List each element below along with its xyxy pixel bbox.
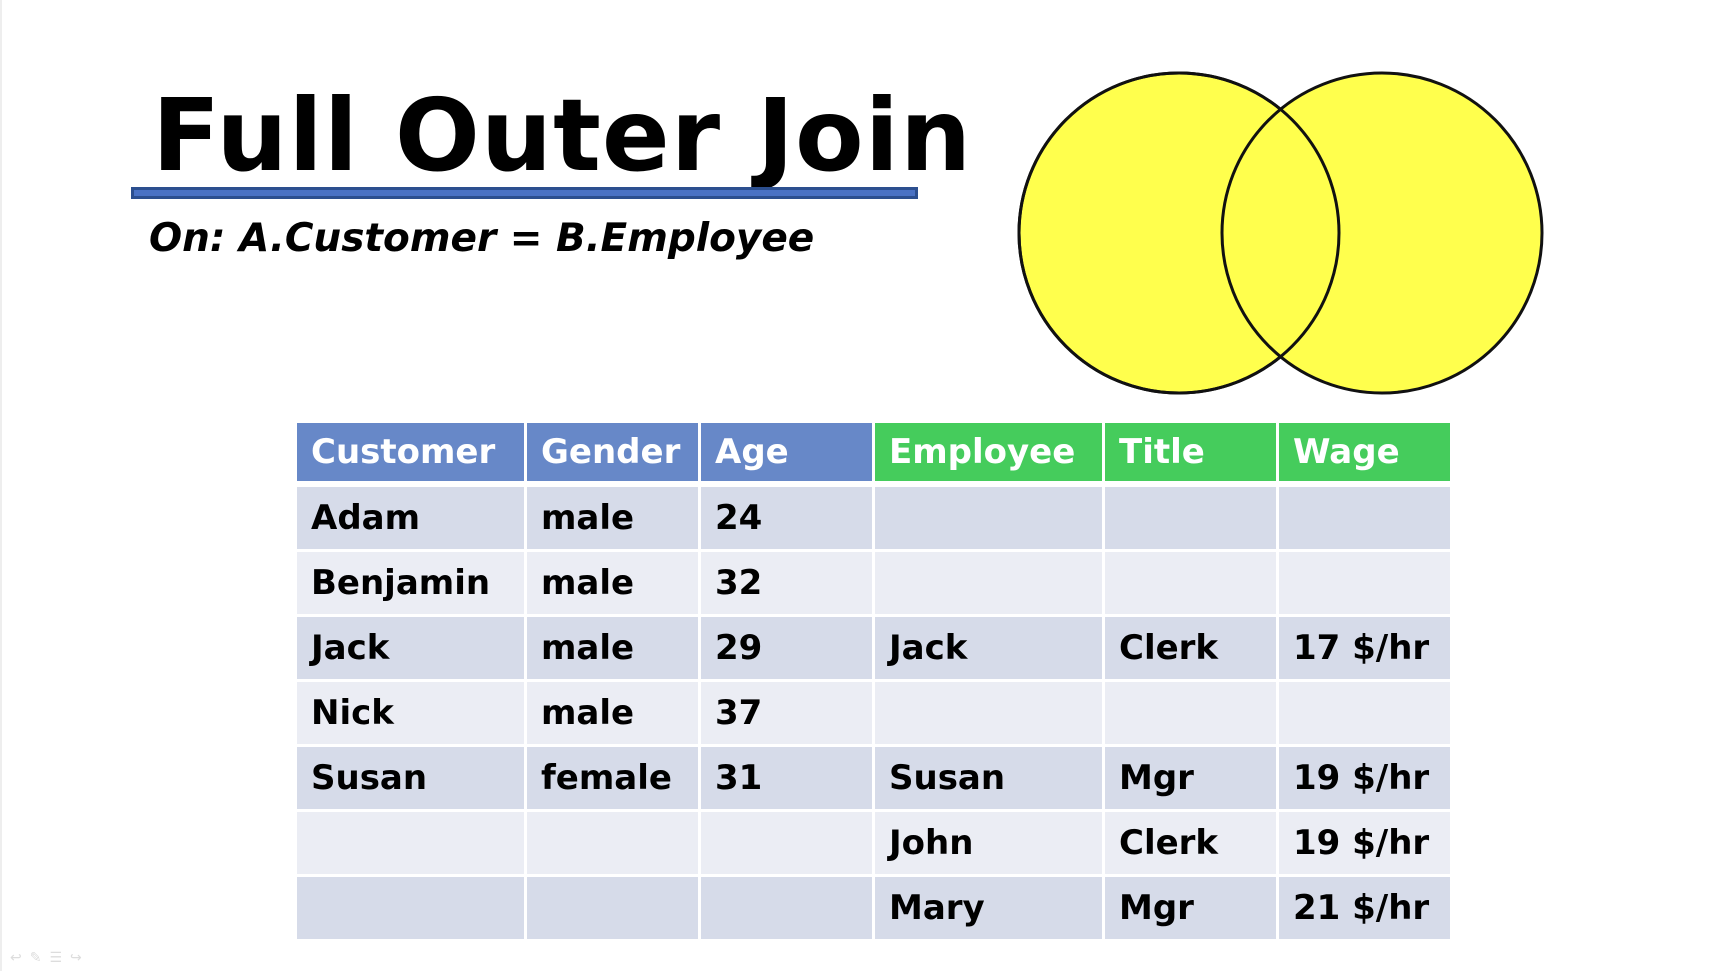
table-row: Jack male 29 Jack Clerk 17 $/hr bbox=[297, 617, 1450, 679]
cell-gender: male bbox=[527, 552, 698, 614]
next-icon[interactable]: ↪ bbox=[70, 950, 90, 966]
header-customer: Customer bbox=[297, 423, 524, 481]
cell-title bbox=[1105, 552, 1276, 614]
result-table: Customer Gender Age Employee Title Wage … bbox=[294, 420, 1453, 942]
cell-employee: John bbox=[875, 812, 1102, 874]
cell-customer bbox=[297, 877, 524, 939]
table-row: Susan female 31 Susan Mgr 19 $/hr bbox=[297, 747, 1450, 809]
cell-age bbox=[701, 812, 872, 874]
cell-wage bbox=[1279, 484, 1450, 549]
cell-customer: Benjamin bbox=[297, 552, 524, 614]
table-row: Benjamin male 32 bbox=[297, 552, 1450, 614]
table-row: Mary Mgr 21 $/hr bbox=[297, 877, 1450, 939]
cell-title bbox=[1105, 682, 1276, 744]
cell-wage: 17 $/hr bbox=[1279, 617, 1450, 679]
presentation-controls: ↩✎☰↪ bbox=[10, 950, 90, 966]
cell-age: 37 bbox=[701, 682, 872, 744]
cell-customer bbox=[297, 812, 524, 874]
cell-age: 24 bbox=[701, 484, 872, 549]
cell-age: 32 bbox=[701, 552, 872, 614]
table-header-row: Customer Gender Age Employee Title Wage bbox=[297, 423, 1450, 481]
header-wage: Wage bbox=[1279, 423, 1450, 481]
cell-customer: Adam bbox=[297, 484, 524, 549]
cell-title bbox=[1105, 484, 1276, 549]
cell-wage bbox=[1279, 552, 1450, 614]
cell-age: 31 bbox=[701, 747, 872, 809]
cell-title: Clerk bbox=[1105, 812, 1276, 874]
prev-icon[interactable]: ↩ bbox=[10, 950, 30, 966]
cell-wage: 21 $/hr bbox=[1279, 877, 1450, 939]
menu-icon[interactable]: ☰ bbox=[49, 950, 70, 966]
header-title: Title bbox=[1105, 423, 1276, 481]
pen-icon[interactable]: ✎ bbox=[30, 950, 50, 966]
table-row: Nick male 37 bbox=[297, 682, 1450, 744]
slide: Full Outer Join On: A.Customer = B.Emplo… bbox=[0, 0, 1731, 971]
header-age: Age bbox=[701, 423, 872, 481]
cell-gender bbox=[527, 812, 698, 874]
cell-gender: male bbox=[527, 682, 698, 744]
cell-customer: Susan bbox=[297, 747, 524, 809]
cell-employee: Susan bbox=[875, 747, 1102, 809]
cell-gender: male bbox=[527, 484, 698, 549]
cell-title: Mgr bbox=[1105, 747, 1276, 809]
cell-age bbox=[701, 877, 872, 939]
cell-gender: male bbox=[527, 617, 698, 679]
table-row: John Clerk 19 $/hr bbox=[297, 812, 1450, 874]
cell-customer: Nick bbox=[297, 682, 524, 744]
cell-employee bbox=[875, 484, 1102, 549]
cell-title: Clerk bbox=[1105, 617, 1276, 679]
cell-wage: 19 $/hr bbox=[1279, 812, 1450, 874]
header-employee: Employee bbox=[875, 423, 1102, 481]
cell-age: 29 bbox=[701, 617, 872, 679]
table-row: Adam male 24 bbox=[297, 484, 1450, 549]
cell-employee: Jack bbox=[875, 617, 1102, 679]
cell-customer: Jack bbox=[297, 617, 524, 679]
header-gender: Gender bbox=[527, 423, 698, 481]
cell-wage bbox=[1279, 682, 1450, 744]
cell-wage: 19 $/hr bbox=[1279, 747, 1450, 809]
cell-employee bbox=[875, 682, 1102, 744]
cell-gender: female bbox=[527, 747, 698, 809]
cell-title: Mgr bbox=[1105, 877, 1276, 939]
cell-gender bbox=[527, 877, 698, 939]
cell-employee: Mary bbox=[875, 877, 1102, 939]
cell-employee bbox=[875, 552, 1102, 614]
venn-circle-right bbox=[1220, 71, 1544, 395]
